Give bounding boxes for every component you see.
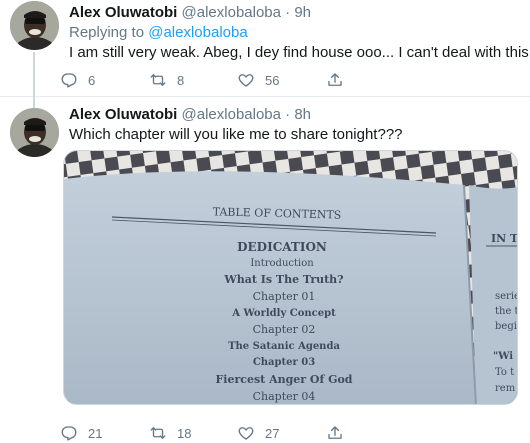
retweet-button[interactable]: 8 bbox=[149, 70, 184, 90]
avatar-photo bbox=[10, 108, 59, 157]
heart-icon bbox=[237, 424, 255, 442]
tweet-header: Alex Oluwatobi @alexlobaloba · 8h bbox=[69, 105, 311, 125]
reply-count: 21 bbox=[88, 425, 103, 441]
toc-line: The Satanic Agenda bbox=[228, 341, 340, 352]
share-button[interactable] bbox=[326, 423, 344, 443]
retweet-button[interactable]: 18 bbox=[149, 423, 191, 443]
tweet-actions: 6 8 56 bbox=[60, 70, 530, 90]
like-button[interactable]: 56 bbox=[237, 70, 279, 90]
right-page-text: rem bbox=[495, 383, 516, 394]
tweet[interactable]: Alex Oluwatobi @alexlobaloba · 8h Which … bbox=[0, 97, 530, 443]
replying-to: Replying to @alexlobaloba bbox=[69, 23, 248, 43]
retweet-icon bbox=[149, 424, 167, 442]
timestamp[interactable]: 9h bbox=[294, 4, 311, 21]
like-count: 56 bbox=[265, 72, 280, 88]
reply-icon bbox=[60, 71, 78, 89]
retweet-count: 18 bbox=[177, 425, 192, 441]
share-button[interactable] bbox=[326, 70, 344, 90]
toc-line: A Worldly Concept bbox=[232, 308, 336, 319]
toc-line: DEDICATION bbox=[237, 240, 327, 254]
right-page-text: IN T bbox=[491, 232, 518, 245]
toc-line: Chapter 02 bbox=[252, 323, 316, 336]
thread-line bbox=[33, 97, 35, 108]
replying-to-label: Replying to bbox=[69, 24, 145, 41]
tweet-text: Which chapter will you like me to share … bbox=[69, 126, 403, 143]
tweet-header: Alex Oluwatobi @alexlobaloba · 9h bbox=[69, 3, 311, 23]
replying-to-link[interactable]: @alexlobaloba bbox=[148, 24, 247, 41]
separator: · bbox=[285, 106, 291, 123]
tweet-actions: 21 18 27 bbox=[60, 423, 530, 443]
right-page-text: To t bbox=[495, 367, 515, 378]
toc-line: Chapter 01 bbox=[252, 290, 316, 303]
reply-button[interactable]: 21 bbox=[60, 423, 102, 443]
reply-button[interactable]: 6 bbox=[60, 70, 95, 90]
handle[interactable]: @alexlobaloba bbox=[182, 106, 281, 123]
avatar[interactable] bbox=[10, 1, 59, 50]
display-name[interactable]: Alex Oluwatobi bbox=[69, 4, 177, 21]
toc-line: What Is The Truth? bbox=[224, 273, 344, 286]
toc-line: Chapter 04 bbox=[252, 390, 316, 403]
retweet-count: 8 bbox=[177, 72, 185, 88]
thread-line bbox=[33, 52, 35, 97]
avatar[interactable] bbox=[10, 108, 59, 157]
right-page-text: the t bbox=[495, 306, 518, 317]
toc-line: Fiercest Anger Of God bbox=[215, 373, 353, 386]
reply-icon bbox=[60, 424, 78, 442]
display-name[interactable]: Alex Oluwatobi bbox=[69, 106, 177, 123]
toc-line: Introduction bbox=[250, 258, 314, 269]
toc-line: Chapter 03 bbox=[252, 357, 316, 368]
separator: · bbox=[285, 4, 291, 21]
retweet-icon bbox=[149, 71, 167, 89]
tweet-text: I am still very weak. Abeg, I dey find h… bbox=[69, 44, 530, 61]
heart-icon bbox=[237, 71, 255, 89]
right-page-text: serie bbox=[495, 291, 518, 302]
right-page-text: begi bbox=[495, 321, 517, 332]
like-button[interactable]: 27 bbox=[237, 423, 279, 443]
share-icon bbox=[326, 71, 344, 89]
timestamp[interactable]: 8h bbox=[294, 106, 311, 123]
tweet[interactable]: Alex Oluwatobi @alexlobaloba · 9h Replyi… bbox=[0, 0, 530, 97]
reply-count: 6 bbox=[88, 72, 96, 88]
right-page-text: "Wi bbox=[493, 351, 514, 362]
handle[interactable]: @alexlobaloba bbox=[182, 4, 281, 21]
like-count: 27 bbox=[265, 425, 280, 441]
share-icon bbox=[326, 424, 344, 442]
avatar-photo bbox=[10, 1, 59, 50]
tweet-photo[interactable]: TABLE OF CONTENTS DEDICATION Introductio… bbox=[63, 150, 518, 405]
